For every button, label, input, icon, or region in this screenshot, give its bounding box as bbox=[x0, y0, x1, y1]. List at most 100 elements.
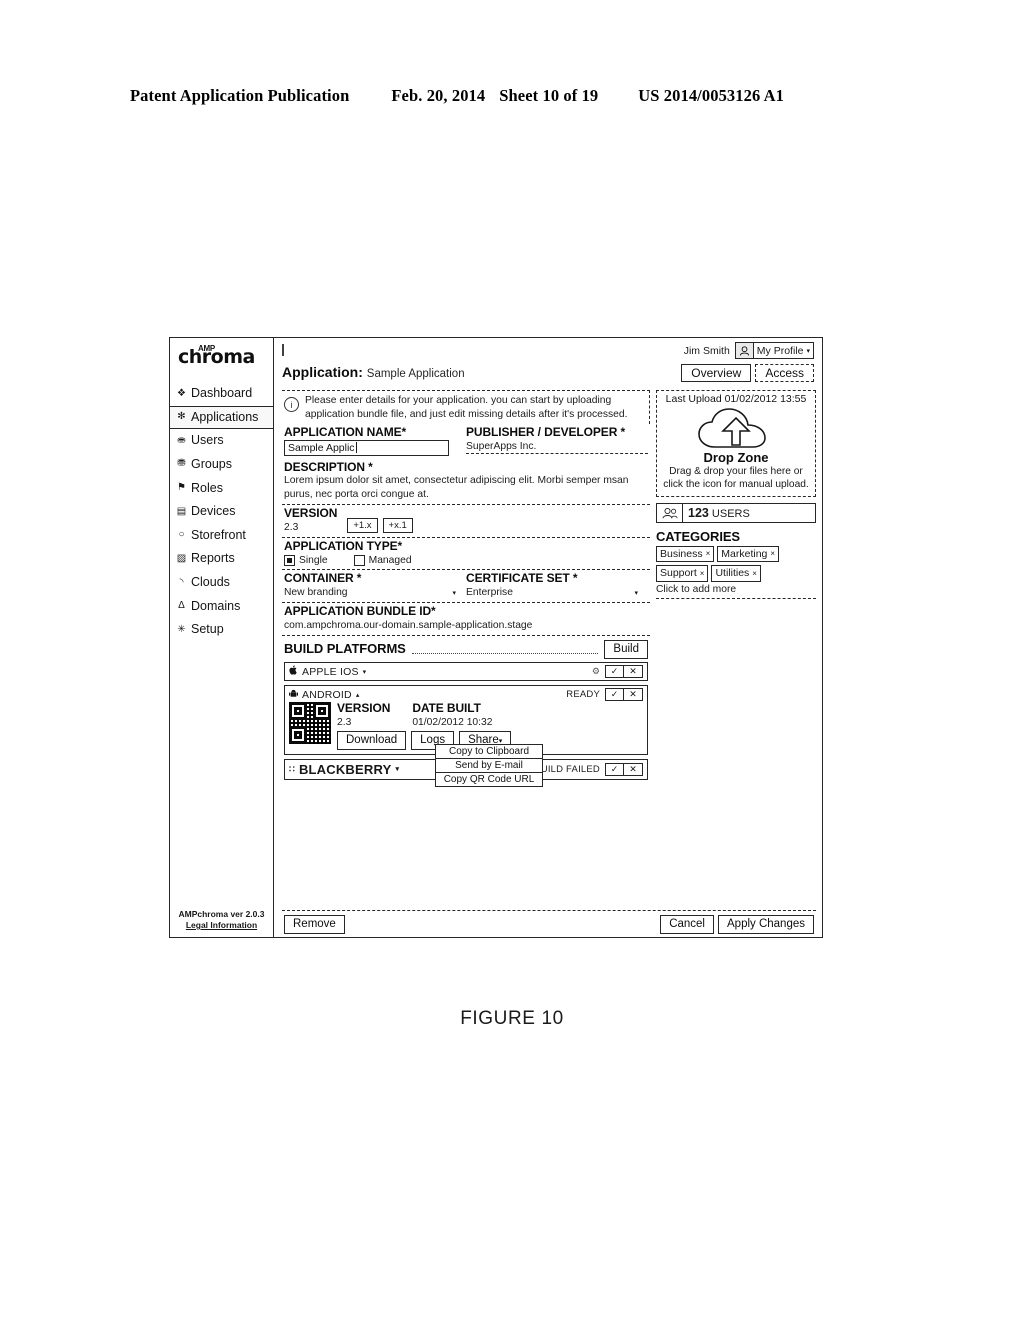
platform-status-blackberry: BUILD FAILED bbox=[534, 763, 600, 775]
sidebar-item-label: Clouds bbox=[191, 575, 230, 589]
android-version-field: VERSION 2.3 bbox=[337, 701, 390, 729]
figure-caption: FIGURE 10 bbox=[460, 1008, 564, 1029]
apple-icon bbox=[289, 665, 298, 678]
application-name-input[interactable]: Sample Applic bbox=[284, 439, 449, 456]
category-tag-label: Marketing bbox=[721, 547, 768, 560]
download-button[interactable]: Download bbox=[337, 731, 407, 750]
sidebar-item-setup[interactable]: ✳ Setup bbox=[170, 618, 273, 642]
platform-row-apple-ios[interactable]: APPLE IOS ▾ ⚙ ✓ ✕ bbox=[284, 662, 648, 682]
remove-category-icon[interactable]: × bbox=[706, 548, 711, 559]
bundle-id-value[interactable]: com.ampchroma.our-domain.sample-applicat… bbox=[284, 619, 648, 632]
app-type-option-managed[interactable]: Managed bbox=[353, 555, 412, 567]
sidebar-item-reports[interactable]: ▨ Reports bbox=[170, 547, 273, 571]
category-tag-support[interactable]: Support × bbox=[656, 565, 709, 582]
text-cursor bbox=[282, 344, 284, 356]
platform-remove-button[interactable]: ✕ bbox=[624, 688, 643, 702]
footer-bar: Remove Cancel Apply Changes bbox=[282, 910, 816, 937]
category-tag-label: Support bbox=[660, 567, 697, 580]
device-icon: ▤ bbox=[176, 505, 187, 517]
platform-remove-button[interactable]: ✕ bbox=[624, 762, 643, 776]
body-columns: i Please enter details for your applicat… bbox=[282, 390, 816, 908]
sidebar-item-groups[interactable]: ⛃ Groups bbox=[170, 453, 273, 477]
sidebar-item-dashboard[interactable]: ❖ Dashboard bbox=[170, 382, 273, 406]
android-date-built-field: DATE BUILT 01/02/2012 10:32 bbox=[412, 701, 492, 729]
container-select[interactable]: New branding ▾ bbox=[284, 586, 466, 599]
version-minor-button[interactable]: +x.1 bbox=[382, 518, 413, 534]
last-upload-text: Last Upload 01/02/2012 13:55 bbox=[665, 393, 807, 405]
sidebar-item-label: Setup bbox=[191, 622, 224, 637]
patent-date: Feb. 20, 2014 bbox=[391, 86, 486, 105]
application-type-label: APPLICATION TYPE* bbox=[284, 539, 403, 554]
remove-category-icon[interactable]: × bbox=[700, 568, 705, 579]
build-button[interactable]: Build bbox=[604, 640, 648, 660]
page-title-label: Application: bbox=[282, 364, 363, 380]
sidebar-item-label: Applications bbox=[191, 409, 259, 424]
remove-category-icon[interactable]: × bbox=[770, 548, 775, 559]
remove-button[interactable]: Remove bbox=[284, 915, 345, 934]
container-label: CONTAINER * bbox=[284, 571, 362, 586]
sidebar-item-clouds[interactable]: ◝ Clouds bbox=[170, 571, 273, 595]
sidebar-item-roles[interactable]: ⚑ Roles bbox=[170, 477, 273, 501]
platform-name-android[interactable]: ANDROID ▴ bbox=[289, 689, 360, 701]
version-section: VERSION 2.3 +1.x +x.1 bbox=[282, 505, 650, 539]
my-profile-button[interactable]: My Profile ▾ bbox=[734, 342, 814, 359]
category-tag-utilities[interactable]: Utilities × bbox=[711, 565, 761, 582]
platform-confirm-button[interactable]: ✓ bbox=[605, 665, 624, 679]
platform-remove-button[interactable]: ✕ bbox=[624, 665, 643, 679]
add-category-hint[interactable]: Click to add more bbox=[656, 584, 816, 599]
share-menu-item[interactable]: Send by E-mail bbox=[436, 759, 542, 774]
my-profile-label: My Profile ▾ bbox=[754, 345, 813, 357]
container-value: New branding bbox=[284, 586, 348, 598]
apply-changes-button[interactable]: Apply Changes bbox=[718, 915, 814, 934]
cancel-button[interactable]: Cancel bbox=[660, 915, 714, 934]
legal-information-link[interactable]: Legal Information bbox=[170, 920, 273, 931]
side-panel: Last Upload 01/02/2012 13:55 Drop Zone D… bbox=[656, 390, 816, 908]
main-content: Application: Sample Application Jim Smit… bbox=[274, 338, 822, 937]
version-major-button[interactable]: +1.x bbox=[347, 518, 378, 534]
description-value[interactable]: Lorem ipsum dolor sit amet, consectetur … bbox=[284, 474, 648, 501]
gear-icon[interactable]: ⚙ bbox=[592, 666, 600, 677]
sidebar-item-applications[interactable]: ✻ Applications bbox=[170, 405, 273, 430]
app-type-option-single[interactable]: Single bbox=[284, 555, 328, 567]
sidebar-item-storefront[interactable]: ○ Storefront bbox=[170, 524, 273, 548]
users-widget[interactable]: 123 USERS bbox=[656, 502, 816, 523]
certificate-select[interactable]: Enterprise ▾ bbox=[466, 586, 648, 599]
patent-page: Patent Application Publication Feb. 20, … bbox=[0, 0, 1024, 1320]
share-menu-item[interactable]: Copy QR Code URL bbox=[436, 773, 542, 786]
sidebar-nav: ❖ Dashboard ✻ Applications ⛂ Users ⛃ Groups ⚑ Rol… bbox=[170, 382, 273, 642]
chevron-down-icon: ▾ bbox=[634, 589, 638, 597]
top-bar: Application: Sample Application Jim Smit… bbox=[282, 342, 816, 390]
share-menu-item[interactable]: Copy to Clipboard bbox=[436, 745, 542, 760]
qr-code-icon[interactable] bbox=[289, 702, 331, 745]
publisher-value[interactable]: SuperApps Inc. bbox=[466, 440, 648, 454]
sidebar-item-domains[interactable]: Δ Domains bbox=[170, 595, 273, 619]
category-tag-business[interactable]: Business × bbox=[656, 545, 715, 563]
sidebar-item-users[interactable]: ⛂ Users bbox=[170, 429, 273, 453]
chevron-down-icon: ▾ bbox=[806, 347, 810, 355]
group-icon: ⛃ bbox=[177, 458, 186, 470]
form-column: i Please enter details for your applicat… bbox=[282, 390, 650, 908]
platform-name-apple: APPLE IOS ▾ bbox=[289, 665, 366, 678]
description-label: DESCRIPTION * bbox=[284, 459, 373, 474]
sidebar-footer: AMPchroma ver 2.0.3 Legal Information bbox=[170, 909, 273, 931]
tab-access[interactable]: Access bbox=[755, 364, 814, 382]
remove-category-icon[interactable]: × bbox=[752, 568, 757, 579]
tab-overview[interactable]: Overview bbox=[681, 364, 752, 382]
logo: AMP chroma bbox=[170, 344, 273, 378]
users-icon bbox=[657, 503, 683, 522]
platform-label: ANDROID bbox=[302, 688, 352, 701]
grid-icon: ❖ bbox=[177, 387, 186, 399]
sidebar-item-devices[interactable]: ▤ Devices bbox=[170, 500, 273, 524]
sidebar-version: AMPchroma ver 2.0.3 bbox=[178, 908, 265, 919]
user-name: Jim Smith bbox=[683, 344, 730, 357]
users-count-label: 123 USERS bbox=[683, 506, 750, 520]
application-type-options: Single Managed bbox=[284, 555, 648, 567]
sidebar-item-label: Reports bbox=[191, 551, 235, 566]
platform-name-blackberry: ∷ BLACKBERRY ▾ bbox=[289, 762, 399, 777]
radio-icon bbox=[353, 555, 365, 567]
drop-zone[interactable]: Last Upload 01/02/2012 13:55 Drop Zone D… bbox=[656, 390, 816, 497]
platform-confirm-button[interactable]: ✓ bbox=[605, 688, 624, 702]
platform-confirm-button[interactable]: ✓ bbox=[605, 762, 624, 776]
category-tag-marketing[interactable]: Marketing × bbox=[717, 545, 780, 563]
build-platforms-label: BUILD PLATFORMS bbox=[284, 641, 406, 657]
